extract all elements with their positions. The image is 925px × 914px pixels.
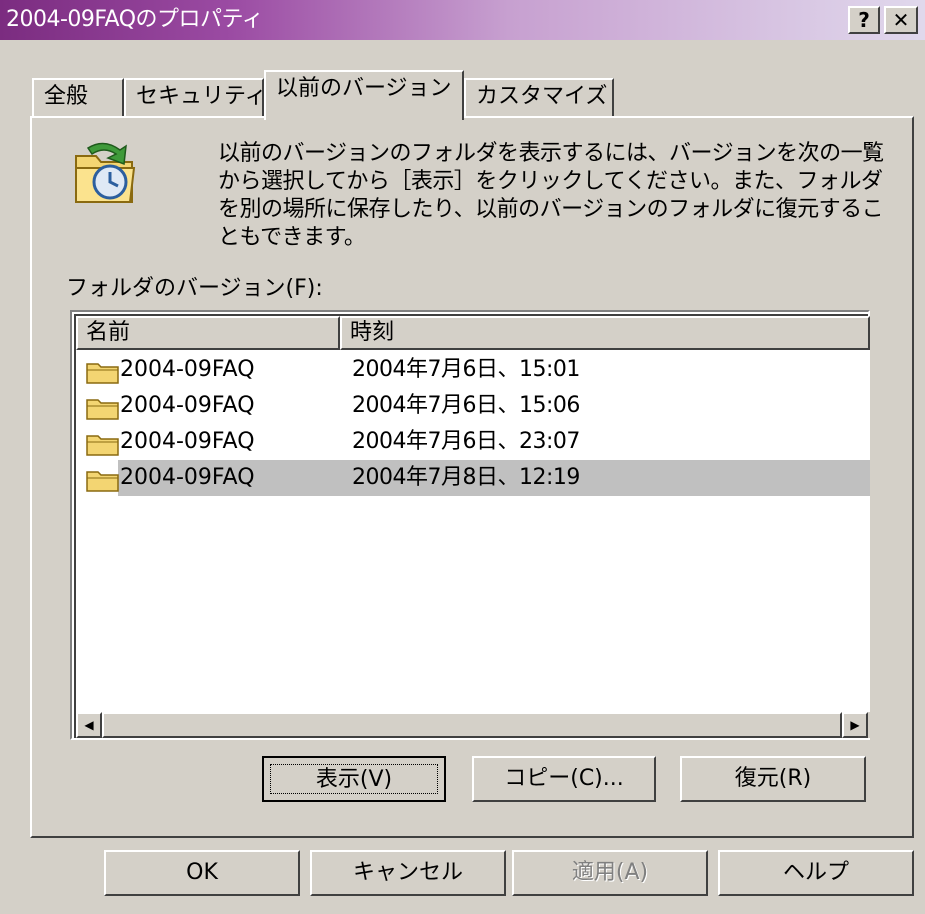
- tab-customize[interactable]: カスタマイズ: [464, 78, 614, 116]
- list-item[interactable]: 2004-09FAQ 2004年7月6日、15:01: [76, 352, 870, 388]
- column-header-name[interactable]: 名前: [76, 316, 340, 350]
- list-item[interactable]: 2004-09FAQ 2004年7月6日、23:07: [76, 424, 870, 460]
- list-item[interactable]: 2004-09FAQ 2004年7月6日、15:06: [76, 388, 870, 424]
- folder-icon: [86, 471, 119, 492]
- folder-versions-label: フォルダのバージョン(F):: [66, 276, 323, 301]
- scroll-thumb[interactable]: [102, 712, 842, 738]
- item-time: 2004年7月6日、15:01: [352, 357, 580, 382]
- item-time: 2004年7月8日、12:19: [352, 465, 580, 490]
- restore-button[interactable]: 復元(R): [680, 756, 866, 802]
- help-footer-button[interactable]: ヘルプ: [718, 850, 914, 896]
- ok-button[interactable]: OK: [104, 850, 300, 896]
- item-name: 2004-09FAQ: [120, 357, 255, 382]
- tab-security[interactable]: セキュリティ: [124, 78, 267, 116]
- help-button[interactable]: ?: [848, 6, 880, 34]
- window-title: 2004-09FAQのプロパティ: [6, 7, 264, 32]
- item-name: 2004-09FAQ: [120, 393, 255, 418]
- column-header-time[interactable]: 時刻: [340, 316, 870, 350]
- horizontal-scrollbar[interactable]: ◀ ▶: [76, 712, 870, 738]
- close-button[interactable]: ✕: [884, 6, 918, 34]
- view-button[interactable]: 表示(V): [262, 756, 446, 802]
- scroll-right-icon[interactable]: ▶: [842, 712, 868, 738]
- properties-dialog: 2004-09FAQのプロパティ ? ✕ 全般 セキュリティ 以前のバージョン …: [0, 0, 925, 914]
- item-time: 2004年7月6日、15:06: [352, 393, 580, 418]
- list-item-selected[interactable]: 2004-09FAQ 2004年7月8日、12:19: [76, 460, 870, 496]
- scroll-left-icon[interactable]: ◀: [76, 712, 102, 738]
- tab-previous-versions[interactable]: 以前のバージョン: [264, 70, 464, 120]
- previous-versions-icon: [75, 142, 136, 203]
- tab-general[interactable]: 全般: [32, 78, 124, 116]
- title-bar[interactable]: 2004-09FAQのプロパティ ? ✕: [0, 0, 925, 40]
- copy-button[interactable]: コピー(C)...: [472, 756, 656, 802]
- description-text: 以前のバージョンのフォルダを表示するには、バージョンを次の一覧から選択してから［…: [218, 141, 884, 250]
- item-name: 2004-09FAQ: [120, 429, 255, 454]
- folder-icon: [86, 363, 119, 384]
- versions-list[interactable]: 名前 時刻 2004-09FAQ 2004年7月6日、15:01 2004-09…: [70, 310, 870, 740]
- item-name: 2004-09FAQ: [120, 465, 255, 490]
- apply-button[interactable]: 適用(A): [512, 850, 708, 896]
- item-time: 2004年7月6日、23:07: [352, 429, 580, 454]
- folder-icon: [86, 399, 119, 420]
- cancel-button[interactable]: キャンセル: [310, 850, 506, 896]
- folder-icon: [86, 435, 119, 456]
